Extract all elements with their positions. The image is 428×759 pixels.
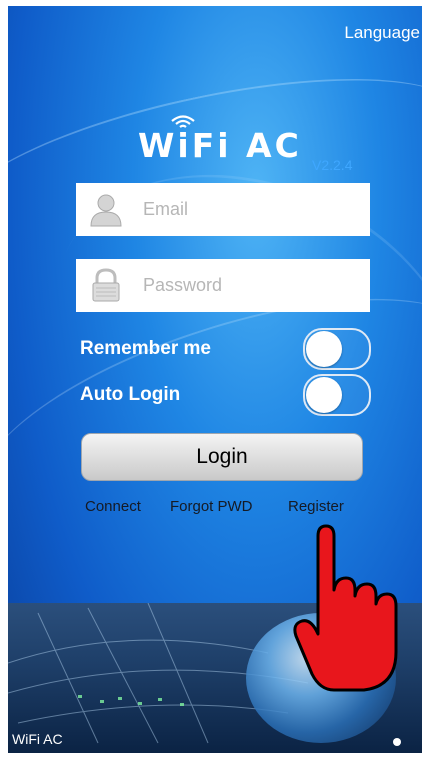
app-logo: WiFi AC xyxy=(138,126,302,165)
login-screen: Language WiFi AC V2.2.4 Email Password R… xyxy=(8,6,422,753)
auto-login-label: Auto Login xyxy=(80,384,181,405)
login-button[interactable]: Login xyxy=(81,433,363,481)
toggle-knob xyxy=(306,331,342,367)
page-indicator-dot[interactable] xyxy=(393,738,401,746)
forgot-password-link[interactable]: Forgot PWD xyxy=(170,498,253,515)
password-field[interactable]: Password xyxy=(76,259,370,312)
email-field[interactable]: Email xyxy=(76,183,370,236)
register-link[interactable]: Register xyxy=(288,498,344,515)
remember-me-label: Remember me xyxy=(80,338,211,359)
version-label: V2.2.4 xyxy=(312,157,353,173)
toggle-knob xyxy=(306,377,342,413)
auto-login-toggle[interactable] xyxy=(303,374,371,416)
user-icon xyxy=(90,194,122,227)
language-button[interactable]: Language xyxy=(344,23,420,43)
banner-caption: WiFi AC xyxy=(12,731,63,747)
remember-me-toggle[interactable] xyxy=(303,328,371,370)
pointing-hand-icon xyxy=(293,524,398,692)
connect-link[interactable]: Connect xyxy=(85,498,141,515)
password-placeholder: Password xyxy=(143,275,223,295)
lock-icon xyxy=(92,268,120,302)
email-placeholder: Email xyxy=(143,199,189,219)
